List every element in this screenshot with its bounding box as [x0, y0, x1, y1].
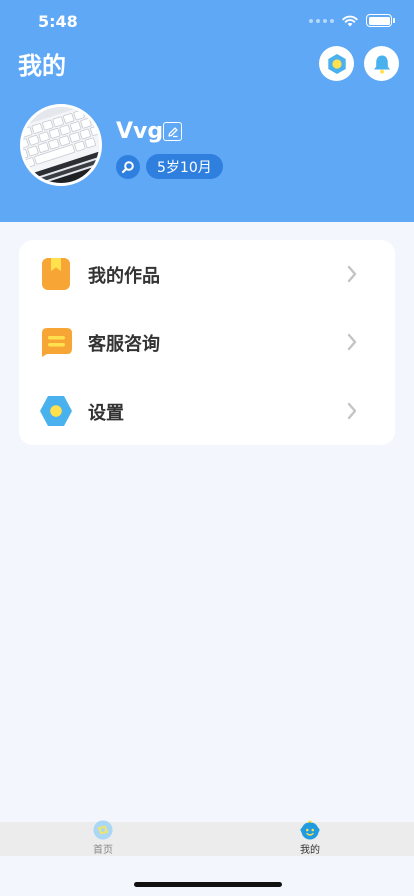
- compass-icon: [93, 820, 113, 840]
- status-icons: [309, 14, 395, 27]
- battery-icon: [366, 14, 395, 27]
- menu-item-label: 我的作品: [88, 266, 160, 287]
- chevron-right-icon: [347, 402, 357, 420]
- gear-icon: [327, 53, 346, 74]
- bookmark-icon: [42, 258, 70, 290]
- bell-icon: [373, 55, 390, 74]
- menu-item-customer-service[interactable]: 客服咨询: [19, 308, 395, 376]
- page-title: 我的: [18, 52, 66, 80]
- status-time: 5:48: [38, 12, 78, 31]
- edit-profile-button[interactable]: [163, 122, 182, 141]
- cellular-signal-icon: [309, 18, 334, 23]
- notifications-button[interactable]: [364, 46, 399, 81]
- wifi-icon: [342, 15, 358, 26]
- pencil-icon: [167, 126, 178, 137]
- chat-icon: [42, 328, 72, 357]
- menu-card: 我的作品 客服咨询 设置: [19, 240, 395, 445]
- home-indicator: [134, 882, 282, 887]
- username: Vvg: [116, 119, 164, 144]
- tab-bar: 首页 我的: [0, 820, 414, 856]
- age-icon: [116, 155, 140, 179]
- tab-label: 我的: [300, 845, 320, 856]
- tab-home[interactable]: 首页: [73, 820, 133, 856]
- age-badge: 5岁10月: [146, 154, 223, 179]
- status-bar: 5:48: [0, 0, 414, 44]
- avatar[interactable]: [20, 104, 102, 186]
- baby-face-icon: [300, 820, 320, 840]
- tab-label: 首页: [93, 845, 113, 856]
- menu-item-settings[interactable]: 设置: [19, 377, 395, 445]
- avatar-photo: [23, 107, 99, 183]
- menu-item-my-works[interactable]: 我的作品: [19, 240, 395, 308]
- settings-button[interactable]: [319, 46, 354, 81]
- chevron-right-icon: [347, 333, 357, 351]
- profile-header: 5:48 我的 Vvg 5岁10月: [0, 0, 414, 222]
- menu-item-label: 客服咨询: [88, 334, 160, 355]
- tab-mine[interactable]: 我的: [280, 820, 340, 856]
- menu-item-label: 设置: [88, 403, 124, 424]
- magnifier-icon: [121, 161, 134, 174]
- hexagon-gear-icon: [40, 396, 72, 426]
- chevron-right-icon: [347, 265, 357, 283]
